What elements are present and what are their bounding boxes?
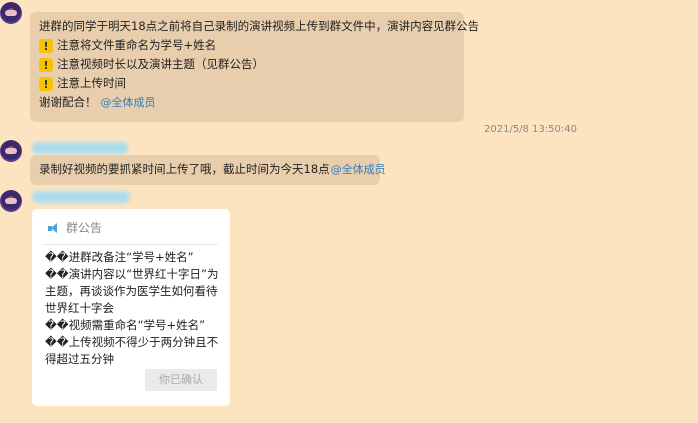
message-bubble: 录制好视频的要抓紧时间上传了哦，截止时间为今天18点 @全体成员 (30, 155, 386, 185)
warning-icon (39, 56, 53, 75)
notice-body: ��进群改备注“学号+姓名” ��演讲内容以“世界红十字日”为主题，再谈谈作为医… (45, 250, 219, 366)
message-line: 注意上传时间 (39, 74, 454, 94)
mention-link[interactable]: @全体成员 (331, 160, 386, 179)
message-line-text: 录制好视频的要抓紧时间上传了哦，截止时间为今天18点 (39, 162, 330, 176)
warning-icon (39, 37, 53, 56)
mention-link[interactable]: @全体成员 (101, 93, 156, 112)
notice-title: 群公告 (66, 221, 103, 235)
message-line: 谢谢配合！ @全体成员 (39, 93, 454, 112)
message-line-text: 谢谢配合！ (39, 95, 97, 109)
confirm-button[interactable]: 你已确认 (145, 369, 217, 391)
message-timestamp: 2021/5/8 13:50:40 (484, 124, 578, 135)
message-line: 进群的同学于明天18点之前将自己录制的演讲视频上传到群文件中，演讲内容见群公告 (39, 19, 480, 33)
message-line: 注意将文件重命名为学号+姓名 (39, 36, 454, 56)
message-line: 注意视频时长以及演讲主题（见群公告） (39, 55, 454, 75)
divider (44, 244, 218, 245)
message-line: 录制好视频的要抓紧时间上传了哦，截止时间为今天18点 @全体成员 (39, 160, 386, 179)
speaker-icon (48, 222, 58, 233)
message-line-text: 注意视频时长以及演讲主题（见群公告） (57, 57, 264, 71)
notice-header: 群公告 (48, 219, 102, 236)
sender-name (32, 191, 130, 203)
message-bubble: 进群的同学于明天18点之前将自己录制的演讲视频上传到群文件中，演讲内容见群公告 … (30, 12, 480, 122)
group-notice-card[interactable]: 群公告 ��进群改备注“学号+姓名” ��演讲内容以“世界红十字日”为主题，再谈… (32, 209, 230, 406)
message-line-text: 注意上传时间 (57, 76, 126, 90)
warning-icon (39, 75, 53, 94)
avatar[interactable] (0, 190, 22, 212)
message-line-text: 注意将文件重命名为学号+姓名 (57, 38, 217, 52)
avatar[interactable] (0, 140, 22, 162)
sender-name (32, 142, 128, 154)
avatar[interactable] (0, 2, 22, 24)
